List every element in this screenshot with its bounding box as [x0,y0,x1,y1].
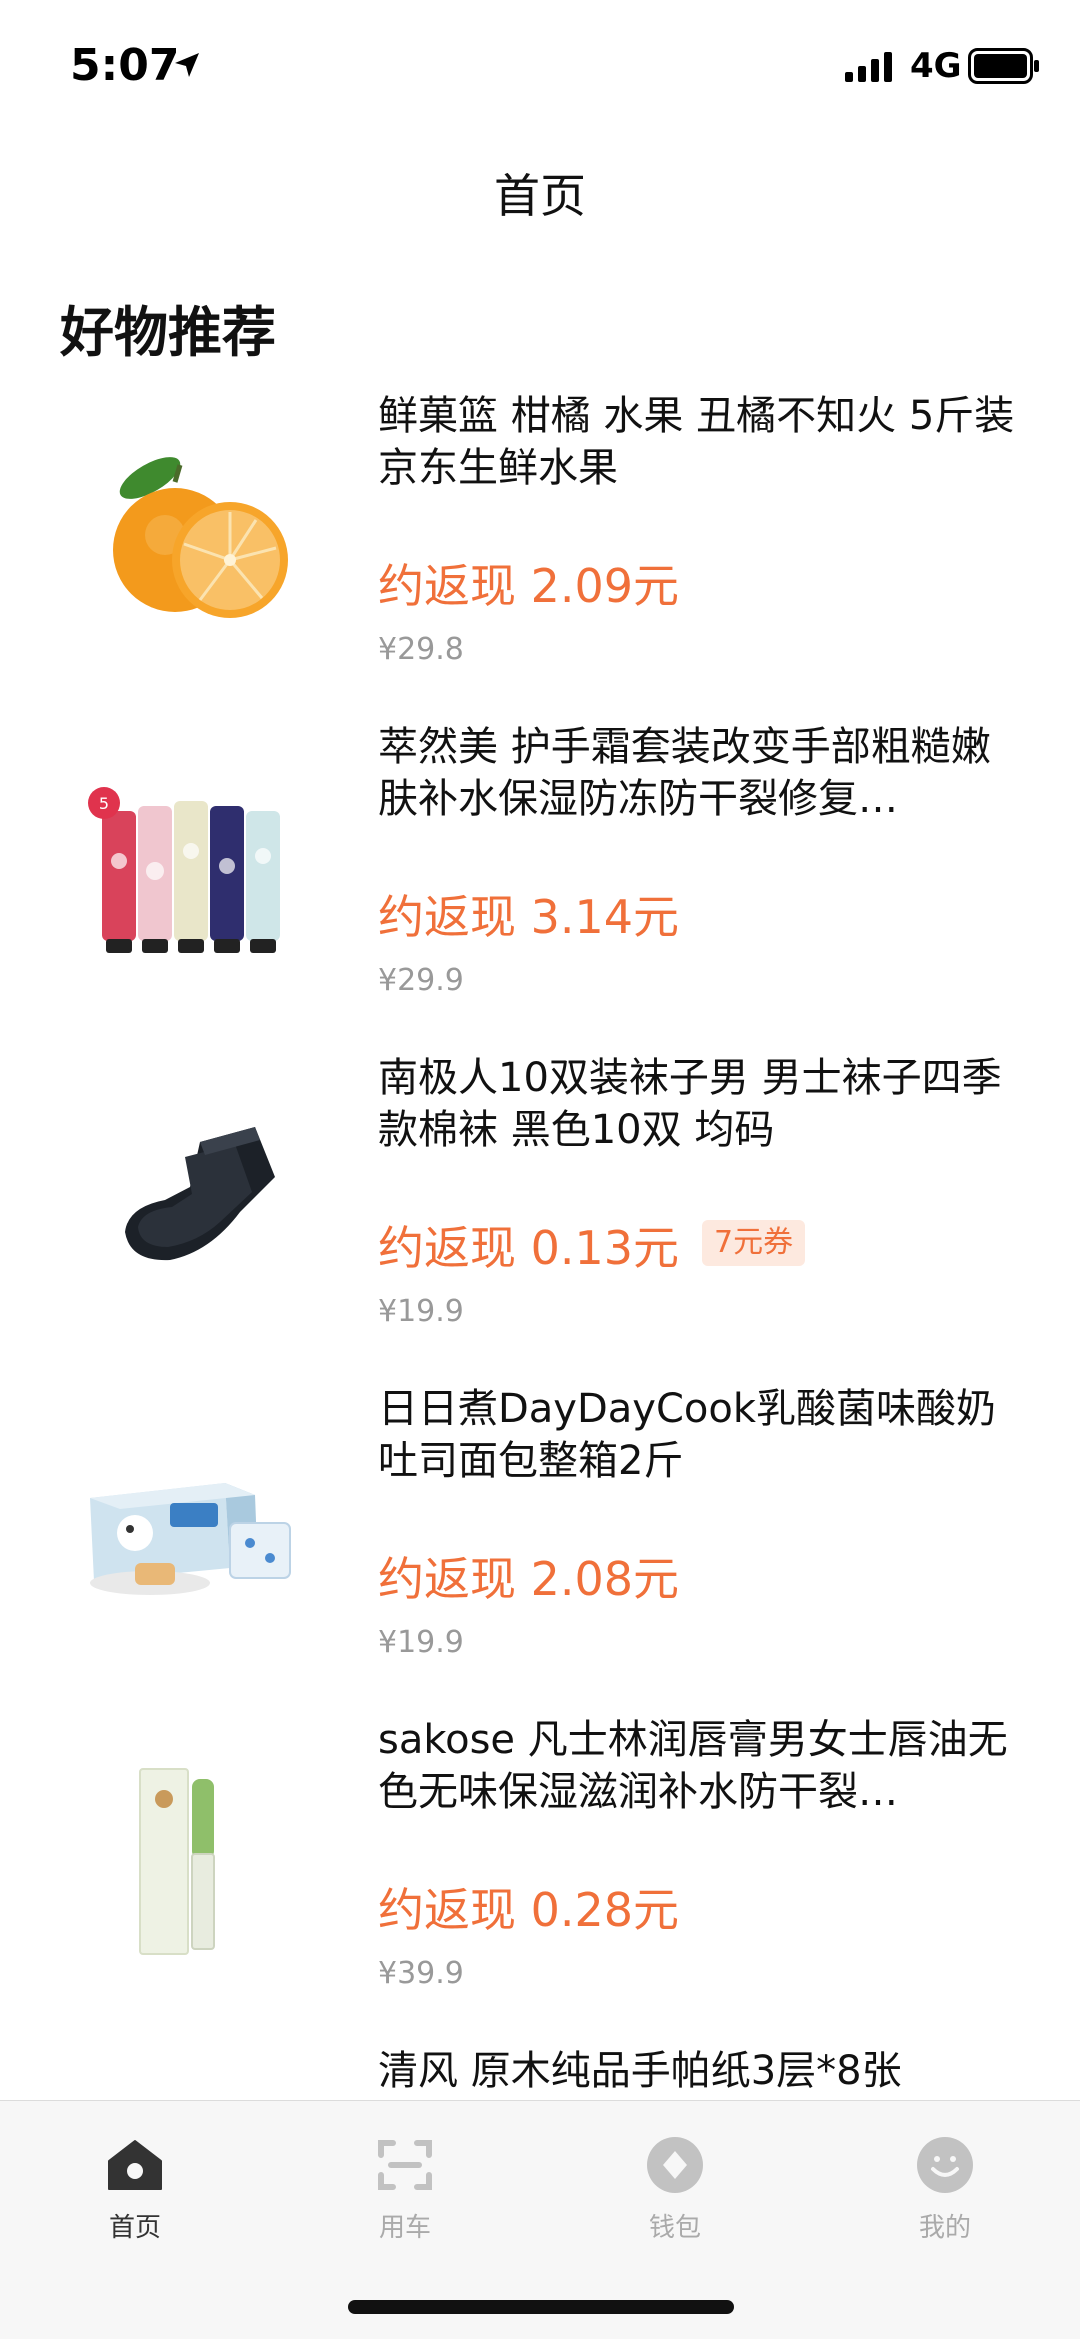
tab-home[interactable]: 首页 [0,2135,270,2255]
wallet-icon [647,2137,703,2193]
product-item[interactable]: 南极人10双装袜子男 男士袜子四季款棉袜 黑色10双 均码 约返现 0.13元 … [0,1032,1080,1363]
tab-label: 首页 [108,2213,161,2243]
home-icon [108,2140,162,2190]
product-title: 清风 原木纯品手帕纸3层*8张 [378,2048,902,2094]
bread-box-image [90,1483,291,1595]
cashback-amount: 约返现 2.08元 [378,1552,680,1606]
product-item[interactable]: 清风 原木纯品手帕纸3层*8张 [0,2025,1080,2100]
tab-car[interactable]: 用车 [270,2135,540,2255]
scan-car-icon [378,2140,432,2190]
product-title: 鲜菓篮 柑橘 水果 丑橘不知火 5斤装 京东生鲜水果 [378,393,1015,491]
status-bar: 5:07 4G [0,0,1080,132]
product-price: ¥39.9 [378,1956,464,1991]
cashback-amount: 约返现 0.28元 [378,1883,680,1937]
product-title: 萃然美 护手霜套装改变手部粗糙嫩肤补水保湿防冻防干裂修复… [378,724,991,822]
product-item[interactable]: sakose 凡士林润唇膏男女士唇油无色无味保湿滋润补水防干裂… 约返现 0.2… [0,1694,1080,2025]
section-title: 好物推荐 [60,301,276,364]
page-title: 首页 [494,169,586,223]
product-price: ¥19.9 [378,1294,464,1329]
product-item[interactable]: 5 萃然美 护手霜套装改变手部粗糙嫩肤补水保湿防冻防干裂修复… 约返现 3.14… [0,701,1080,1032]
orange-image [113,457,288,618]
battery-icon [968,48,1039,84]
cashback-amount: 约返现 0.13元 [378,1221,680,1275]
tab-wallet[interactable]: 钱包 [540,2135,810,2255]
cashback-amount: 约返现 3.14元 [378,890,680,944]
product-price: ¥29.9 [378,963,464,998]
cashback-amount: 约返现 2.09元 [378,559,680,613]
lip-balm-image [139,1768,215,1955]
product-item[interactable]: 日日煮DayDayCook乳酸菌味酸奶吐司面包整箱2斤 约返现 2.08元 ¥1… [0,1363,1080,1694]
product-item[interactable]: 鲜菓篮 柑橘 水果 丑橘不知火 5斤装 京东生鲜水果 约返现 2.09元 ¥29… [0,370,1080,701]
status-time: 5:07 [70,40,180,91]
location-arrow-icon [175,53,199,77]
tab-label: 钱包 [648,2213,701,2243]
tab-label: 我的 [918,2213,971,2243]
product-title: 南极人10双装袜子男 男士袜子四季款棉袜 黑色10双 均码 [378,1055,1002,1153]
product-list[interactable]: 鲜菓篮 柑橘 水果 丑橘不知火 5斤装 京东生鲜水果 约返现 2.09元 ¥29… [0,370,1080,2100]
svg-text:5: 5 [99,794,109,813]
product-price: ¥19.9 [378,1625,464,1660]
home-indicator[interactable] [348,2300,734,2314]
socks-image [125,1127,275,1261]
cellular-signal-icon [845,52,892,82]
network-type: 4G [910,46,962,86]
product-title: sakose 凡士林润唇膏男女士唇油无色无味保湿滋润补水防干裂… [378,1717,1008,1815]
product-title: 日日煮DayDayCook乳酸菌味酸奶吐司面包整箱2斤 [378,1386,997,1484]
product-price: ¥29.8 [378,632,464,667]
coupon-badge: 7元券 [702,1220,806,1266]
tab-label: 用车 [378,2213,431,2243]
profile-icon [917,2137,973,2193]
tab-profile[interactable]: 我的 [810,2135,1080,2255]
hand-cream-image: 5 [88,787,280,953]
